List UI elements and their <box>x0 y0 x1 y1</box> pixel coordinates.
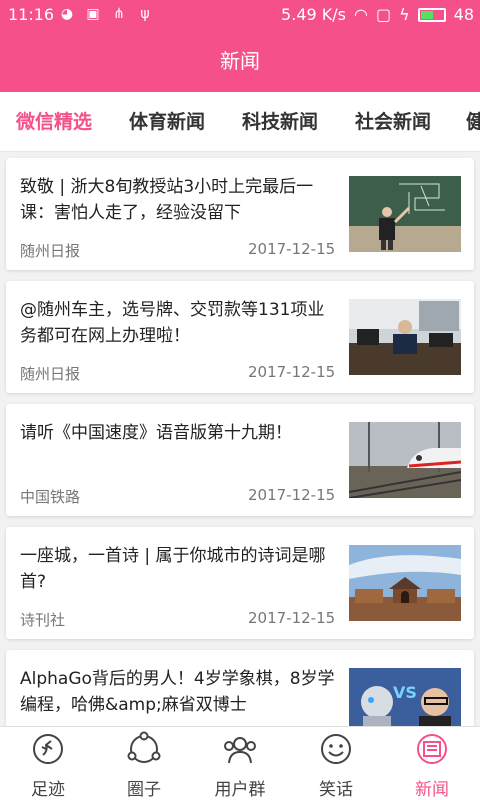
tab-society-news[interactable]: 社会新闻 <box>355 92 431 151</box>
article-card[interactable]: 请听《中国速度》语音版第十九期！ 中国铁路 2017-12-15 <box>6 404 474 516</box>
article-date: 2017-12-15 <box>248 240 336 258</box>
bottom-nav: 足迹 圈子 用户群 笑话 新闻 <box>0 726 480 800</box>
status-icons: ◕ ▣ ⋔ ψ <box>58 5 154 23</box>
article-source: 随州日报 <box>20 365 81 383</box>
smiley-icon <box>321 734 351 764</box>
nav-news[interactable]: 新闻 <box>384 727 480 800</box>
charging-icon: ϟ <box>399 5 410 24</box>
article-thumbnail <box>349 176 461 252</box>
nav-label: 笑话 <box>319 780 353 800</box>
usb-icon: ψ <box>140 6 150 22</box>
article-card[interactable]: @随州车主，选号牌、交罚款等131项业务都可在网上办理啦！ 随州日报 2017-… <box>6 281 474 393</box>
article-card[interactable]: 致敬 | 浙大8旬教授站3小时上完最后一课：害怕人走了，经验没留下 随州日报 2… <box>6 158 474 270</box>
notification-app-icon: ◕ <box>60 6 74 22</box>
article-title: 致敬 | 浙大8旬教授站3小时上完最后一课：害怕人走了，经验没留下 <box>20 177 314 223</box>
article-thumbnail <box>349 422 461 498</box>
user-group-icon <box>224 737 256 764</box>
tab-sports-news[interactable]: 体育新闻 <box>129 92 205 151</box>
wifi-icon: ◠ <box>353 5 368 24</box>
nav-circle[interactable]: 圈子 <box>96 727 192 800</box>
nav-label: 圈子 <box>127 780 161 800</box>
article-title: @随州车主，选号牌、交罚款等131项业务都可在网上办理啦！ <box>20 300 325 346</box>
image-notification-icon: ▣ <box>86 6 100 22</box>
news-icon <box>417 734 447 764</box>
share-icon: ⋔ <box>113 6 125 22</box>
nav-label: 用户群 <box>214 780 266 800</box>
app-header: 新闻 <box>0 30 480 92</box>
tab-tech-news[interactable]: 科技新闻 <box>242 92 318 151</box>
status-bar: 11:16 ◕ ▣ ⋔ ψ 5.49 K/s ◠ ▢ ϟ 48 <box>0 0 480 30</box>
article-source: 中国铁路 <box>20 488 81 506</box>
circle-group-icon <box>127 731 161 763</box>
battery-icon <box>417 7 446 22</box>
nav-label: 新闻 <box>415 780 449 800</box>
article-thumbnail <box>349 545 461 621</box>
nav-user-group[interactable]: 用户群 <box>192 727 288 800</box>
article-date: 2017-12-15 <box>248 486 336 504</box>
nav-label: 足迹 <box>31 780 65 800</box>
tab-wechat-picks[interactable]: 微信精选 <box>16 92 92 151</box>
article-title: 请听《中国速度》语音版第十九期！ <box>20 423 292 443</box>
nav-jokes[interactable]: 笑话 <box>288 727 384 800</box>
tab-health-partial[interactable]: 健 <box>466 92 480 151</box>
article-card[interactable]: 一座城，一首诗 | 属于你城市的诗词是哪首? 诗刊社 2017-12-15 <box>6 527 474 639</box>
nav-footprint[interactable]: 足迹 <box>0 727 96 800</box>
article-source: 随州日报 <box>20 242 81 260</box>
page-title: 新闻 <box>220 49 260 73</box>
screen-icon: ▢ <box>375 5 392 24</box>
status-time: 11:16 <box>8 5 55 24</box>
battery-level: 48 <box>453 5 474 24</box>
network-speed: 5.49 K/s <box>281 5 346 24</box>
article-list: 致敬 | 浙大8旬教授站3小时上完最后一课：害怕人走了，经验没留下 随州日报 2… <box>0 152 480 726</box>
article-card[interactable]: AlphaGo背后的男人！4岁学象棋，8岁学编程，哈佛&amp;麻省双博士 VS <box>6 650 474 726</box>
svg-text:VS: VS <box>393 683 417 702</box>
article-source: 诗刊社 <box>20 611 66 629</box>
article-title: 一座城，一首诗 | 属于你城市的诗词是哪首? <box>20 546 326 592</box>
footprint-icon <box>33 734 63 764</box>
article-date: 2017-12-15 <box>248 609 336 627</box>
article-thumbnail <box>349 299 461 375</box>
category-tabs: 微信精选 体育新闻 科技新闻 社会新闻 健 <box>0 92 480 152</box>
article-title: AlphaGo背后的男人！4岁学象棋，8岁学编程，哈佛&amp;麻省双博士 <box>20 669 335 715</box>
article-date: 2017-12-15 <box>248 363 336 381</box>
article-thumbnail: VS <box>349 668 461 726</box>
